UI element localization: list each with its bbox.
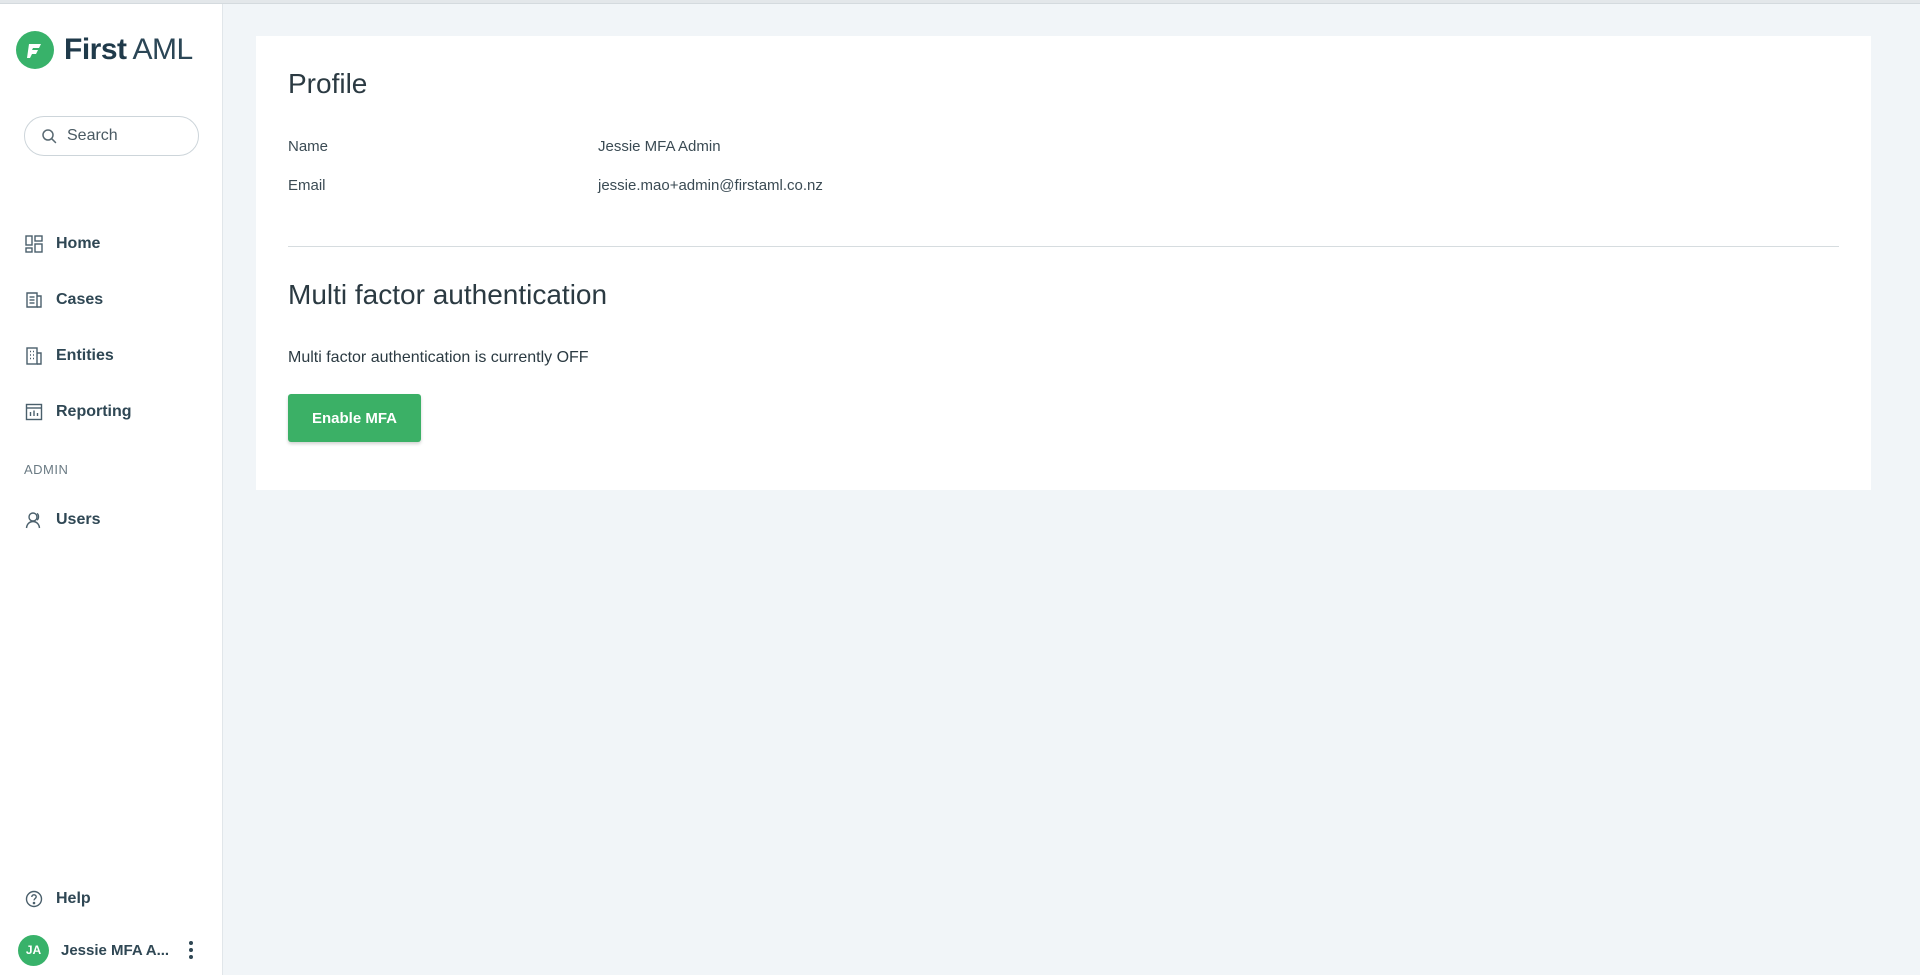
sidebar-item-label: Entities	[56, 347, 114, 364]
email-value: jessie.mao+admin@firstaml.co.nz	[598, 177, 823, 194]
chart-icon	[24, 402, 44, 422]
profile-card: Profile Name Jessie MFA Admin Email jess…	[256, 36, 1871, 490]
user-name: Jessie MFA A...	[61, 941, 170, 959]
name-value: Jessie MFA Admin	[598, 138, 721, 155]
sidebar-item-label: Cases	[56, 291, 104, 308]
more-options-icon[interactable]	[183, 938, 199, 962]
sidebar-item-home[interactable]: Home	[24, 232, 100, 256]
user-icon	[24, 510, 44, 530]
avatar: JA	[18, 934, 49, 966]
search-icon	[39, 126, 59, 146]
email-label: Email	[288, 177, 326, 194]
mfa-title: Multi factor authentication	[288, 279, 608, 310]
brand-name-light: AML	[132, 33, 194, 66]
dashboard-grid-icon	[24, 234, 44, 254]
sidebar-item-label: Home	[56, 235, 101, 252]
sidebar-item-label: Reporting	[56, 403, 132, 420]
name-label: Name	[288, 138, 329, 155]
brand-name-bold: First	[64, 33, 127, 66]
sidebar-item-cases[interactable]: Cases	[24, 288, 103, 312]
admin-section-label: ADMIN	[24, 462, 69, 477]
sidebar: FirstAML Home Cases Entities	[0, 4, 223, 975]
sidebar-item-entities[interactable]: Entities	[24, 344, 114, 368]
profile-title: Profile	[288, 68, 368, 99]
search-box[interactable]	[24, 116, 199, 156]
top-border	[0, 0, 1920, 4]
help-link[interactable]: Help	[24, 887, 91, 911]
search-input[interactable]	[67, 127, 187, 145]
brand-name: First AML	[64, 33, 193, 67]
sidebar-item-users[interactable]: Users	[24, 508, 100, 532]
section-divider	[288, 246, 1839, 247]
help-label: Help	[56, 890, 91, 907]
sidebar-item-reporting[interactable]: Reporting	[24, 400, 132, 424]
logo-mark-icon	[16, 31, 54, 69]
sidebar-item-label: Users	[56, 511, 101, 528]
building-icon	[24, 346, 44, 366]
enable-mfa-button[interactable]: Enable MFA	[288, 394, 421, 442]
mfa-status-text: Multi factor authentication is currently…	[288, 349, 589, 366]
help-circle-icon	[24, 889, 44, 909]
document-icon	[24, 290, 44, 310]
user-menu[interactable]: JA Jessie MFA A...	[18, 934, 208, 966]
brand-logo[interactable]: First AML	[16, 30, 193, 70]
